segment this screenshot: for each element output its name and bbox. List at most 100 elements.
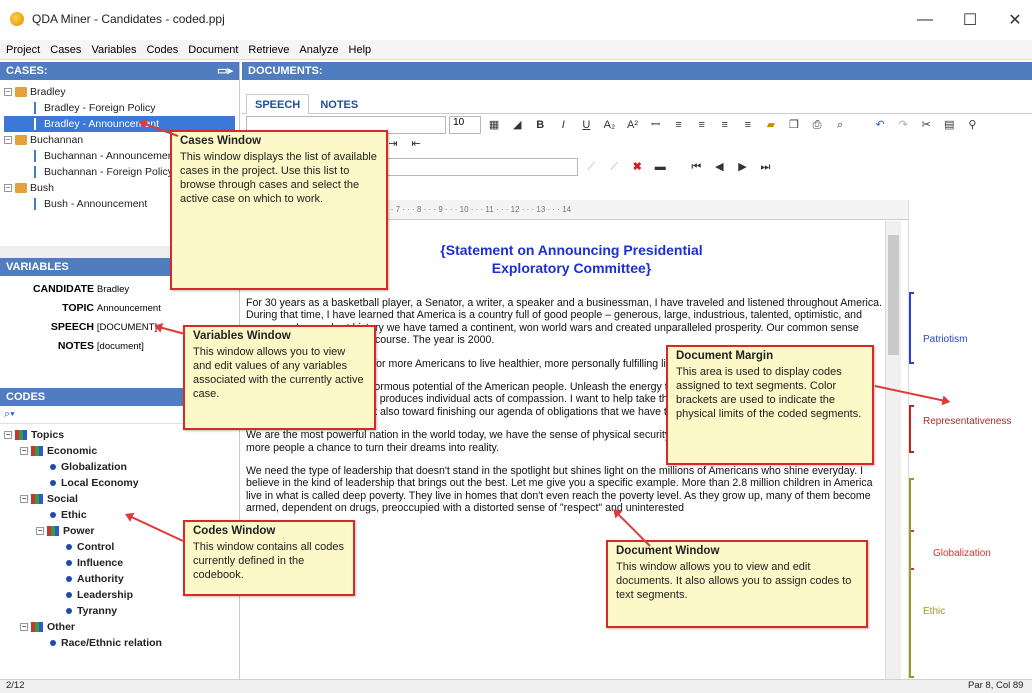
code-apply-icon[interactable]: ⟋ [584,161,598,173]
prev-case-icon[interactable]: ◀ [712,161,726,173]
align-left-icon[interactable]: ≡ [672,119,686,131]
tab-notes[interactable]: NOTES [312,95,366,115]
documents-header: DOCUMENTS: [242,62,1032,80]
variable-value[interactable]: Announcement [97,303,161,314]
case-label: Buchannan - Foreign Policy [44,166,173,178]
callout-codes: Codes Window This window contains all co… [183,520,355,596]
collapse-icon[interactable]: − [20,447,28,456]
menu-variables[interactable]: Variables [91,44,136,56]
callout-title: Document Margin [676,350,774,362]
code-apply-all-icon[interactable]: ⟋ [607,161,621,173]
indent-icon[interactable]: ⇥ [386,138,400,150]
callout-title: Codes Window [193,525,276,537]
undo-icon[interactable]: ↶ [873,119,887,131]
code-label: Local Economy [61,477,139,489]
scroll-thumb[interactable] [888,235,899,355]
collapse-icon[interactable]: − [20,623,28,632]
code-label: Authority [77,573,124,585]
code-bracket[interactable] [909,292,914,364]
code-item[interactable]: Globalization [4,459,235,475]
justify-icon[interactable]: ≡ [741,119,755,131]
code-bracket[interactable] [909,478,914,678]
menu-project[interactable]: Project [6,44,40,56]
collapse-icon[interactable]: − [36,527,44,536]
outdent-icon[interactable]: ⇤ [409,138,423,150]
subscript-icon[interactable]: A₂ [602,119,616,131]
case-icon [34,198,40,211]
code-item[interactable]: Local Economy [4,475,235,491]
case-item[interactable]: Bradley - Foreign Policy [4,100,235,116]
code-label: Economic [47,445,98,457]
maximize-button[interactable]: ☐ [950,6,990,34]
open-icon[interactable]: ▰ [764,119,778,131]
vertical-scrollbar[interactable] [885,221,901,679]
case-group-bradley[interactable]: − Bradley [4,84,235,100]
collapse-icon[interactable]: − [4,88,12,97]
menu-retrieve[interactable]: Retrieve [248,44,289,56]
code-bracket[interactable] [909,405,914,453]
code-category[interactable]: − Economic [4,443,235,459]
collapse-icon[interactable]: − [4,184,12,193]
variable-name: TOPIC [62,302,94,314]
eraser-icon[interactable]: ◢ [510,119,524,131]
code-category[interactable]: − Other [4,619,235,635]
document-tabs: SPEECH NOTES [242,94,1032,114]
variable-value[interactable]: [DOCUMENT] [97,322,157,333]
paste-icon[interactable]: ▤ [942,119,956,131]
find-icon[interactable]: ⚲ [965,119,979,131]
code-bullet-icon [50,640,56,647]
collapse-icon[interactable]: − [4,136,12,145]
superscript-icon[interactable]: A² [626,119,640,131]
document-paragraph[interactable]: We need the type of leadership that does… [243,465,900,515]
close-button[interactable]: ✕ [995,6,1032,34]
margin-code-label[interactable]: Patriotism [923,334,967,345]
minimize-button[interactable]: — [905,6,945,34]
remove-code-icon[interactable]: ✖ [630,161,644,173]
menu-help[interactable]: Help [349,44,372,56]
menu-document[interactable]: Document [188,44,238,56]
status-bar: 2/12 Par 8, Col 89 [0,679,1032,693]
code-label: Ethic [61,509,87,521]
code-category[interactable]: − Social [4,491,235,507]
last-case-icon[interactable]: ⏭ [759,161,773,173]
variable-value[interactable]: [document] [97,341,144,352]
variable-value[interactable]: Bradley [97,284,129,295]
highlight-icon[interactable]: ▦ [487,119,501,131]
next-case-icon[interactable]: ▶ [735,161,749,173]
menu-cases[interactable]: Cases [50,44,81,56]
italic-icon[interactable]: I [556,119,570,131]
code-item[interactable]: Race/Ethnic relation [4,635,235,651]
margin-code-label[interactable]: Representativeness [923,416,1011,427]
pane-menu-icon[interactable]: ▭▸ [217,62,233,80]
variable-row[interactable]: TOPIC Announcement [4,299,235,318]
collapse-icon[interactable]: − [4,431,12,440]
margin-code-label[interactable]: Globalization [933,548,991,559]
redo-icon[interactable]: ↷ [896,119,910,131]
first-case-icon[interactable]: ⏮ [689,161,703,173]
search-icon[interactable]: ⌕▾ [4,408,15,420]
code-label: Leadership [77,589,134,601]
cut-icon[interactable]: ✂ [919,119,933,131]
tab-speech[interactable]: SPEECH [246,94,310,114]
copy-icon[interactable]: ❐ [787,119,801,131]
print-icon[interactable]: ⎙ [810,119,824,131]
menu-analyze[interactable]: Analyze [299,44,338,56]
memo-icon[interactable]: ▬ [653,161,667,173]
preview-icon[interactable]: ⌕ [833,119,847,131]
code-item[interactable]: Tyranny [4,603,235,619]
case-icon [34,150,40,163]
code-label: Topics [31,429,65,441]
menu-codes[interactable]: Codes [146,44,178,56]
collapse-icon[interactable]: − [20,495,28,504]
bold-icon[interactable]: B [533,119,547,131]
category-icon [31,494,43,505]
strike-icon[interactable]: ꟷ [649,119,663,131]
align-right-icon[interactable]: ≡ [718,119,732,131]
variables-header-label: VARIABLES [6,261,69,273]
underline-icon[interactable]: U [579,119,593,131]
font-size-combo[interactable]: 10 [449,116,482,134]
margin-code-label[interactable]: Ethic [923,606,945,617]
callout-text: This area is used to display codes assig… [676,366,862,420]
align-center-icon[interactable]: ≡ [695,119,709,131]
callout-text: This window allows you to view and edit … [616,561,852,601]
